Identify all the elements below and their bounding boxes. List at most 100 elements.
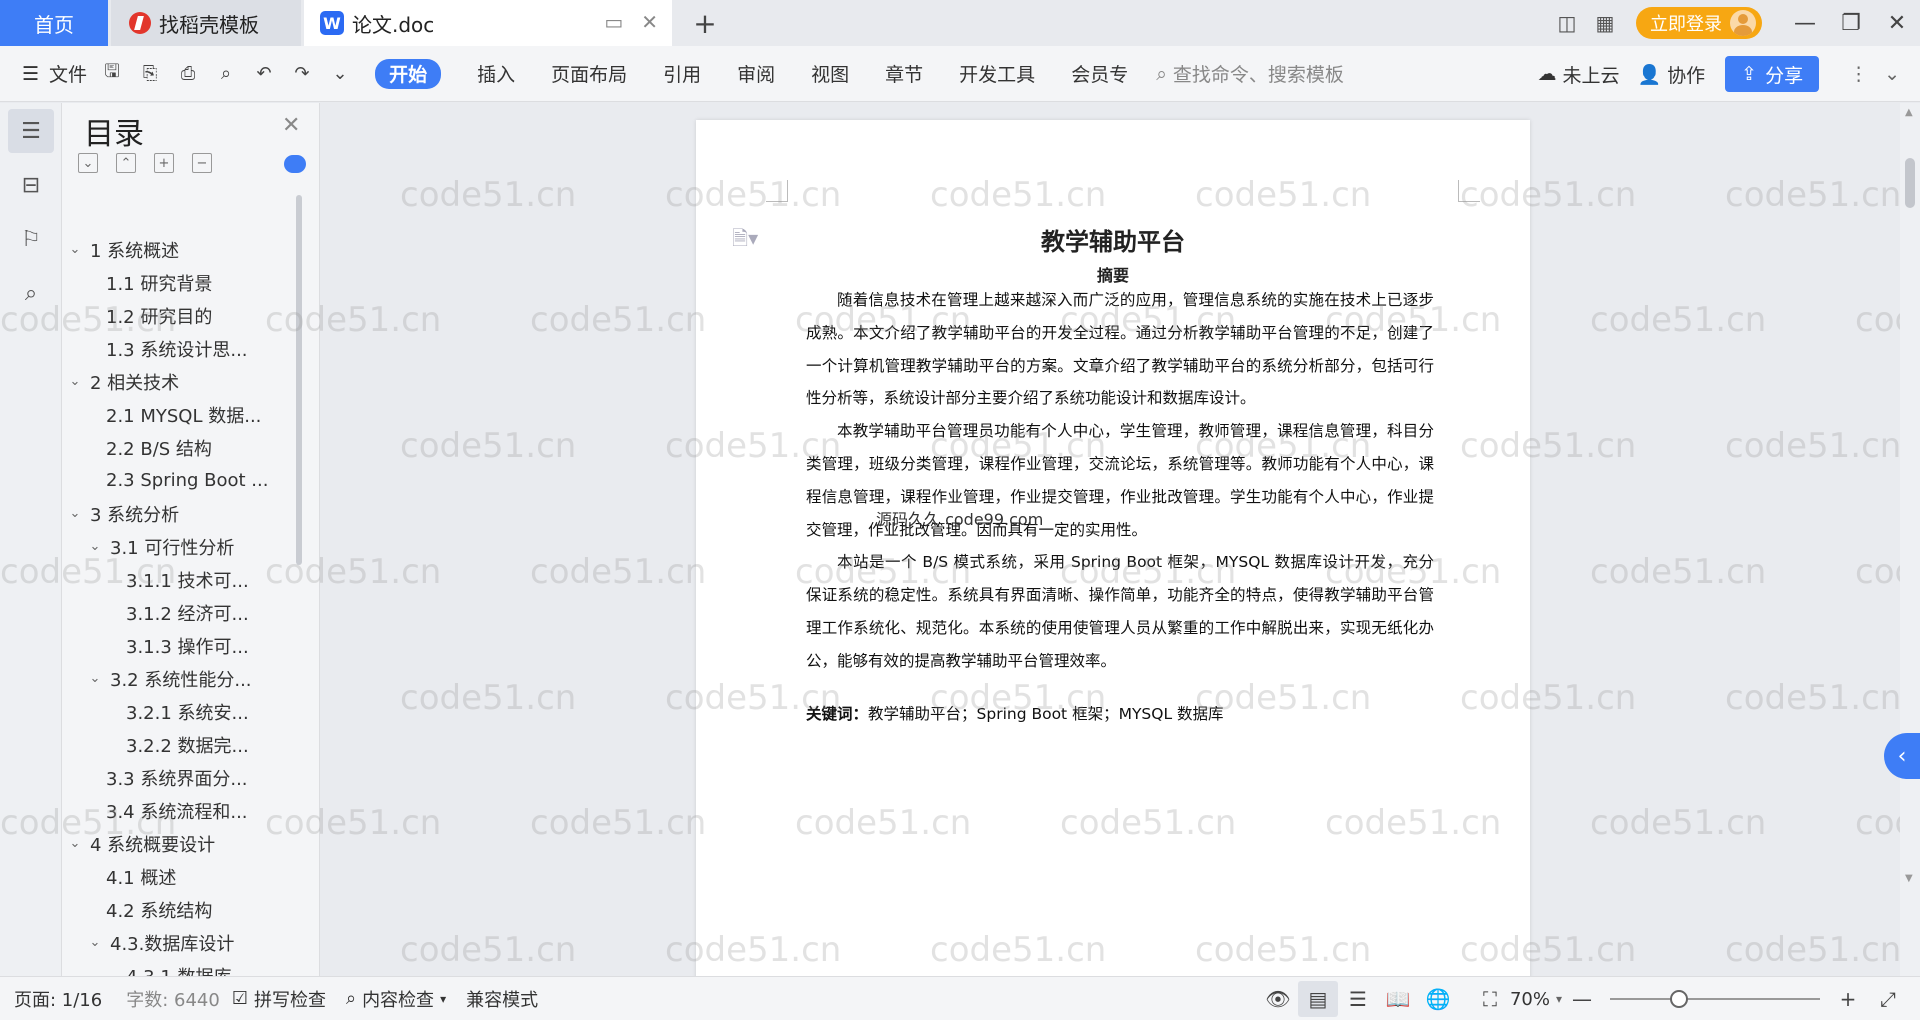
zoom-level[interactable]: 70% ▾ [1510,989,1562,1010]
toc-item[interactable]: 3.1.2 经济可... [62,596,302,629]
demote-icon[interactable]: − [192,153,212,173]
cloud-status[interactable]: ☁ 未上云 [1537,46,1619,102]
toc-item[interactable]: 3.4 系统流程和... [62,794,302,827]
login-button[interactable]: 立即登录 [1636,7,1762,39]
web-view-icon[interactable]: 🌐 [1418,981,1458,1017]
vertical-scrollbar[interactable]: ▲ ▼ [1900,103,1920,976]
toc-item[interactable]: 3.3 系统界面分... [62,761,302,794]
toc-item[interactable]: 1.1 研究背景 [62,266,302,299]
scroll-down-icon[interactable]: ▼ [1905,873,1913,884]
toc-item[interactable]: 4.1 概述 [62,860,302,893]
toc-item[interactable]: 3.2.1 系统安... [62,695,302,728]
chevron-down-icon[interactable]: ⌄ [66,374,84,389]
promote-icon[interactable]: + [154,153,174,173]
toc-item[interactable]: 4.3.1 数据库... [62,959,302,977]
close-window-icon[interactable]: ✕ [1874,0,1920,46]
more-icon[interactable]: ⋮ [1849,46,1868,102]
toc-item[interactable]: ⌄ 3 系统分析 [62,497,302,530]
grid-icon[interactable]: ▦ [1586,0,1624,46]
toc-item[interactable]: 3.1.1 技术可... [62,563,302,596]
tab-page-layout[interactable]: 页面布局 [551,46,627,102]
collab-button[interactable]: 👤 协作 [1637,46,1705,102]
chevron-down-icon[interactable]: ⌄ [66,242,84,257]
toc-item[interactable]: 2.3 Spring Boot ... [62,464,302,497]
command-search[interactable]: ⌕ 查找命令、搜索模板 [1156,46,1344,102]
chevron-down-icon[interactable]: ⌄ [86,671,104,686]
tab-document[interactable]: W 论文.doc ▭ ✕ [304,0,672,46]
tab-chapter[interactable]: 章节 [885,46,923,102]
compat-mode[interactable]: 兼容模式 [466,986,538,1012]
tab-view[interactable]: 视图 [811,46,849,102]
toc-item[interactable]: 4.2 系统结构 [62,893,302,926]
ai-toc-icon[interactable] [284,155,306,173]
tab-start[interactable]: 开始 [375,58,442,89]
zoom-out-icon[interactable]: — [1562,981,1602,1017]
share-button[interactable]: ⇪ 分享 [1725,56,1820,92]
print-preview-icon[interactable]: ⌕ [213,61,239,87]
toc-item-label: 1.3 系统设计思... [106,339,248,361]
undo-icon[interactable]: ↶ [251,61,277,87]
expand-all-icon[interactable]: ⌄ [78,153,98,173]
tab-member[interactable]: 会员专 [1071,46,1128,102]
chevron-down-icon[interactable]: ⌄ [66,836,84,851]
save-icon[interactable]: 🖫 [99,61,125,87]
content-check-button[interactable]: ⌕ 内容检查 ▾ [346,986,446,1012]
menu-icon: ☰ [22,62,40,85]
layout-icon[interactable]: ◫ [1548,0,1586,46]
zoom-slider-knob[interactable] [1670,990,1689,1008]
collapse-ribbon-icon[interactable]: ⌄ [1884,46,1900,102]
monitor-icon[interactable]: ▭ [604,10,623,34]
tab-review[interactable]: 审阅 [737,46,775,102]
file-menu[interactable]: ☰ 文件 [22,46,87,102]
chevron-down-icon[interactable]: ⌄ [66,506,84,521]
tab-developer[interactable]: 开发工具 [959,46,1035,102]
tab-template[interactable]: 找稻壳模板 [111,0,301,46]
outline-view-icon[interactable]: ☰ [1338,981,1378,1017]
read-view-icon[interactable]: 📖 [1378,981,1418,1017]
toc-item[interactable]: ⌄ 4 系统概要设计 [62,827,302,860]
toc-item[interactable]: ⌄ 3.2 系统性能分... [62,662,302,695]
toc-scrollbar[interactable] [296,195,302,565]
page-view-icon[interactable]: ▤ [1297,981,1338,1017]
close-tab-icon[interactable]: ✕ [641,10,658,34]
chevron-down-icon[interactable]: ⌄ [86,539,104,554]
chevron-down-icon[interactable]: ⌄ [327,61,353,87]
toc-item[interactable]: 1.2 研究目的 [62,299,302,332]
zoom-in-icon[interactable]: + [1828,981,1868,1017]
scroll-thumb[interactable] [1905,158,1915,208]
restore-icon[interactable]: ❐ [1828,0,1874,46]
toc-item[interactable]: ⌄ 4.3.数据库设计 [62,926,302,959]
tab-references[interactable]: 引用 [663,46,701,102]
close-icon[interactable]: ✕ [282,113,300,138]
toc-item[interactable]: 2.2 B/S 结构 [62,431,302,464]
new-tab-button[interactable]: + [690,0,720,46]
navigation-icon[interactable]: ⊟ [8,163,54,207]
toc-panel-icon[interactable]: ☰ [8,109,54,153]
toc-item[interactable]: 3.2.2 数据完... [62,728,302,761]
scroll-up-icon[interactable]: ▲ [1905,107,1913,118]
collapse-all-icon[interactable]: ⌃ [116,153,136,173]
toc-item[interactable]: 1.3 系统设计思... [62,332,302,365]
toc-item[interactable]: ⌄ 1 系统概述 [62,233,302,266]
spell-check-button[interactable]: ☑ 拼写检查 [232,986,326,1012]
zoom-slider[interactable] [1610,990,1820,1008]
page-indicator[interactable]: 页面: 1/16 [14,986,102,1012]
tab-insert[interactable]: 插入 [477,46,515,102]
tab-home[interactable]: 首页 [0,0,108,46]
toc-item[interactable]: ⌄ 3.1 可行性分析 [62,530,302,563]
bookmark-icon[interactable]: ⚐ [8,217,54,261]
word-count[interactable]: 字数: 6440 [126,986,220,1012]
export-icon[interactable]: ⎘ [137,61,163,87]
toc-item[interactable]: 2.1 MYSQL 数据... [62,398,302,431]
redo-icon[interactable]: ↷ [289,61,315,87]
toc-item[interactable]: ⌄ 2 相关技术 [62,365,302,398]
minimize-icon[interactable]: — [1782,0,1828,46]
fit-page-icon[interactable]: ⛶ [1470,981,1510,1017]
document-page[interactable]: 🗎▾ 教学辅助平台 摘要 随着信息技术在管理上越来越深入而广泛的应用，管理信息系… [696,120,1530,980]
toc-item[interactable]: 3.1.3 操作可... [62,629,302,662]
chevron-down-icon[interactable]: ⌄ [86,935,104,950]
print-icon[interactable]: ⎙ [175,61,201,87]
fullscreen-icon[interactable]: ⤢ [1868,981,1908,1017]
eye-protect-icon[interactable]: 👁 [1258,981,1298,1017]
find-icon[interactable]: ⌕ [8,271,54,315]
